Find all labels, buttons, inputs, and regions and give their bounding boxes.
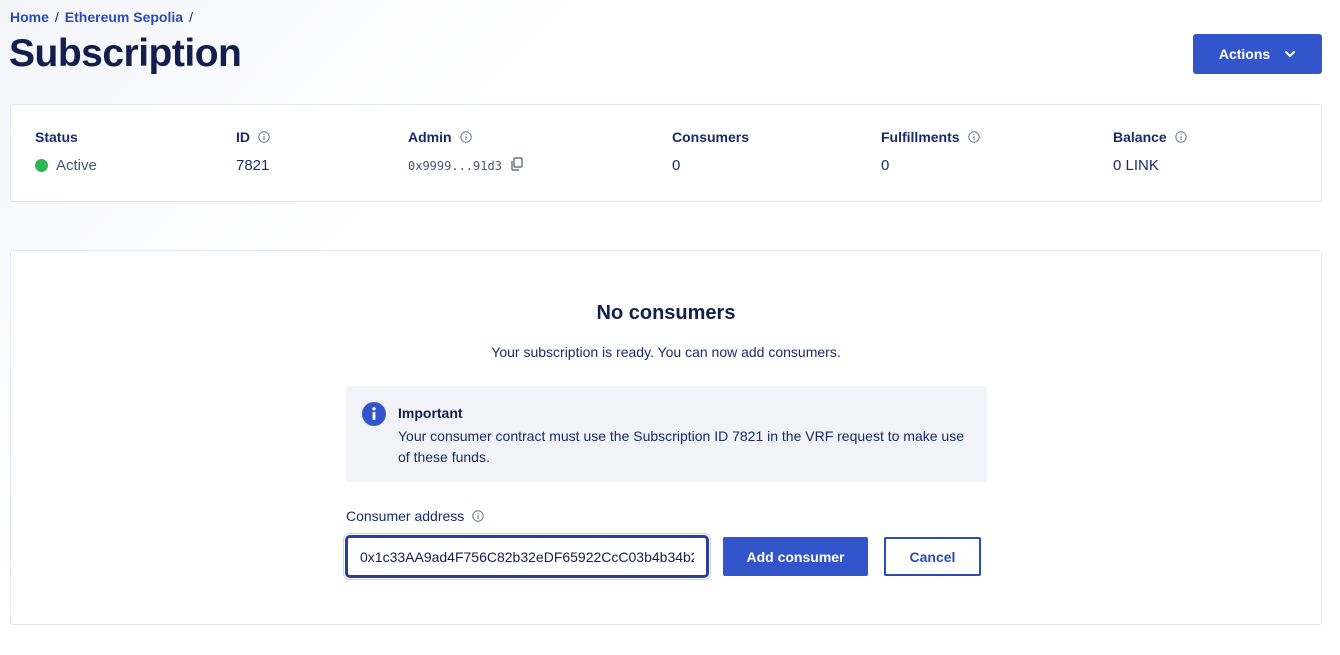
chevron-down-icon — [1285, 51, 1296, 58]
info-icon[interactable] — [459, 131, 472, 143]
actions-button[interactable]: Actions — [1193, 34, 1322, 74]
info-icon[interactable] — [1175, 131, 1187, 143]
notice-title: Important — [398, 405, 463, 421]
consumers-panel: No consumers Your subscription is ready.… — [10, 250, 1322, 625]
balance-stat: Balance 0 LINK — [1113, 129, 1187, 174]
consumer-address-label-text: Consumer address — [346, 508, 465, 524]
consumer-address-label: Consumer address — [346, 508, 484, 524]
consumers-label: Consumers — [672, 129, 750, 145]
fulfillments-stat: Fulfillments 0 — [881, 129, 980, 174]
id-label: ID — [236, 129, 250, 145]
breadcrumb-network-link[interactable]: Ethereum Sepolia — [65, 9, 183, 25]
status-dot-icon — [35, 159, 48, 172]
info-icon[interactable] — [258, 131, 270, 143]
balance-label: Balance — [1113, 129, 1167, 145]
info-icon[interactable] — [472, 510, 484, 522]
notice-text: Your consumer contract must use the Subs… — [398, 428, 964, 465]
admin-stat: Admin 0x9999...91d3 — [408, 129, 524, 175]
breadcrumb-separator: / — [54, 9, 59, 25]
admin-label: Admin — [408, 129, 452, 145]
subscription-summary: Status Active ID 7821 Admin 0x9999...91d… — [10, 104, 1322, 202]
cancel-button[interactable]: Cancel — [884, 537, 981, 576]
fulfillments-label: Fulfillments — [881, 129, 960, 145]
info-icon — [362, 402, 386, 426]
status-value: Active — [56, 157, 97, 174]
add-consumer-button[interactable]: Add consumer — [723, 537, 868, 576]
important-notice: Important Your consumer contract must us… — [346, 386, 987, 482]
info-icon[interactable] — [967, 131, 980, 143]
empty-state-subtitle: Your subscription is ready. You can now … — [491, 344, 841, 360]
balance-value: 0 LINK — [1113, 157, 1159, 174]
id-stat: ID 7821 — [236, 129, 270, 174]
consumer-address-input[interactable] — [343, 533, 711, 580]
empty-state-title: No consumers — [596, 302, 736, 324]
page-title: Subscription — [9, 32, 242, 75]
id-value: 7821 — [236, 157, 270, 174]
breadcrumb-separator: / — [189, 9, 193, 25]
status-stat: Status Active — [35, 129, 97, 174]
breadcrumb: Home / Ethereum Sepolia / — [10, 9, 193, 25]
breadcrumb-home-link[interactable]: Home — [10, 9, 49, 25]
fulfillments-value: 0 — [881, 157, 890, 174]
admin-address: 0x9999...91d3 — [408, 159, 502, 173]
status-label: Status — [35, 129, 78, 145]
consumers-stat: Consumers 0 — [672, 129, 749, 174]
actions-button-label: Actions — [1218, 46, 1271, 62]
copy-icon[interactable] — [510, 157, 524, 175]
consumers-value: 0 — [672, 157, 681, 174]
